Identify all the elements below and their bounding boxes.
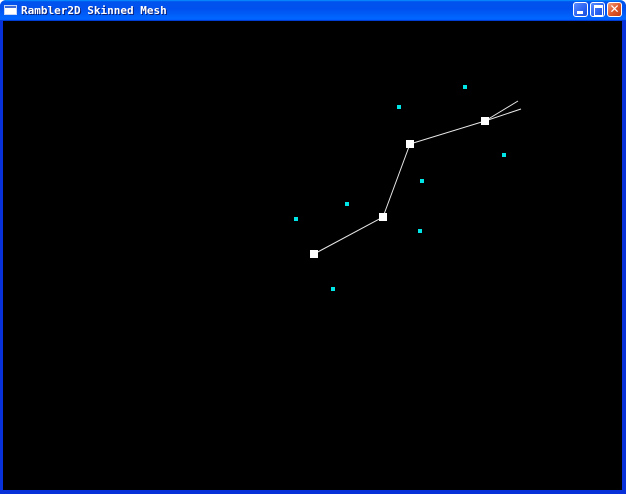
mesh-vertex <box>418 229 422 233</box>
mesh-vertex <box>345 202 349 206</box>
bone-segment <box>484 100 519 122</box>
close-button[interactable]: ✕ <box>607 2 622 17</box>
window-title: Rambler2D Skinned Mesh <box>21 4 167 17</box>
render-canvas[interactable] <box>3 21 622 490</box>
mesh-vertex <box>463 85 467 89</box>
bone-joint[interactable] <box>481 117 489 125</box>
mesh-vertex <box>397 105 401 109</box>
maximize-icon <box>594 5 603 16</box>
mesh-vertex <box>420 179 424 183</box>
skinned-mesh-view <box>294 85 522 291</box>
minimize-button[interactable] <box>573 2 588 17</box>
mesh-vertex <box>502 153 506 157</box>
bone-joint[interactable] <box>406 140 414 148</box>
bone-segment <box>484 108 522 122</box>
title-bar[interactable]: Rambler2D Skinned Mesh ✕ <box>0 0 626 21</box>
mesh-vertex <box>331 287 335 291</box>
minimize-icon <box>577 11 583 14</box>
bone-joint[interactable] <box>379 213 387 221</box>
bone-joint[interactable] <box>310 250 318 258</box>
mesh-vertex <box>294 217 298 221</box>
maximize-button[interactable] <box>590 2 605 17</box>
bone-segment <box>382 143 411 218</box>
bone-segment <box>409 120 486 145</box>
close-icon: ✕ <box>609 2 620 16</box>
bone-segment <box>313 216 384 255</box>
app-window: Rambler2D Skinned Mesh ✕ <box>0 0 626 494</box>
app-window-icon[interactable] <box>4 5 17 15</box>
